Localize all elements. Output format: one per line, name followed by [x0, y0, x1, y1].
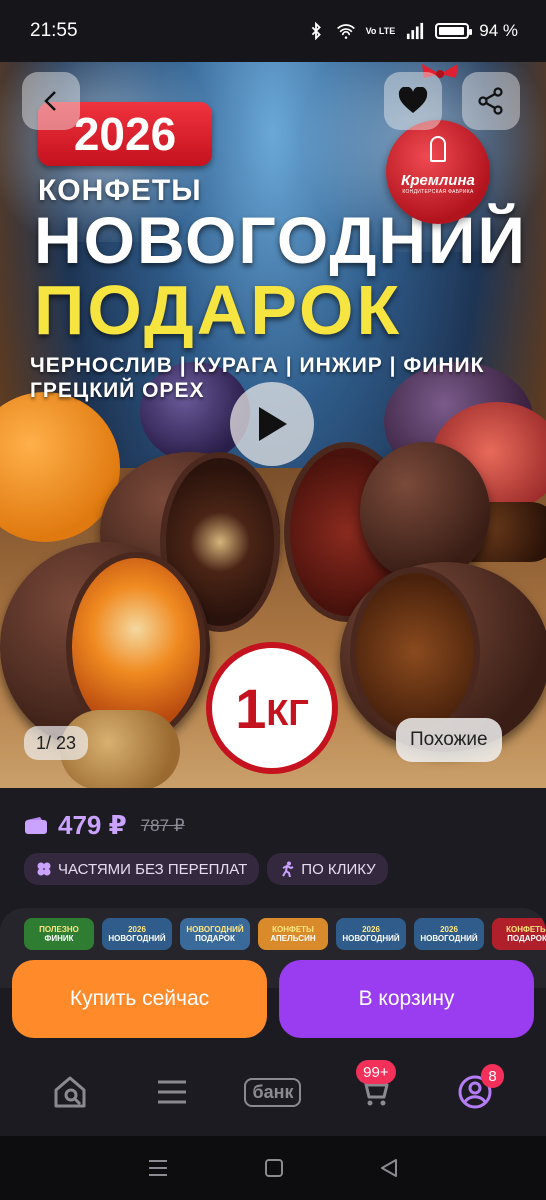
thumb-line1: НОВОГОДНИЙ — [186, 925, 244, 934]
nav-bank[interactable]: банк — [243, 1062, 303, 1122]
share-button[interactable] — [462, 72, 520, 130]
price-row: 479 ₽ 787 ₽ — [24, 810, 522, 841]
similar-product-thumb[interactable]: ПОЛЕЗНО ФИНИК — [24, 918, 94, 950]
back-button[interactable] — [22, 72, 80, 130]
product-image-gallery[interactable]: 2026 КОНФЕТЫ НОВОГОДНИЙ ПОДАРОК ЧЕРНОСЛИ… — [0, 62, 546, 788]
similar-product-thumb[interactable]: 2026 НОВОГОДНИЙ — [414, 918, 484, 950]
status-bar: 21:55 Vo LTE 94 % — [0, 0, 546, 62]
home-search-icon — [54, 1076, 86, 1108]
nav-profile[interactable]: 8 — [445, 1062, 505, 1122]
similar-product-thumb[interactable]: НОВОГОДНИЙ ПОДАРОК — [180, 918, 250, 950]
nav-cart[interactable]: 99+ — [344, 1060, 404, 1122]
similar-button[interactable]: Похожие — [396, 718, 502, 762]
recent-apps-icon[interactable] — [147, 1158, 169, 1178]
installments-label: ЧАСТЯМИ БЕЗ ПЕРЕПЛАТ — [58, 860, 248, 878]
thumb-line1: 2026 — [128, 925, 146, 934]
volte-icon: Vo LTE — [365, 25, 396, 36]
thumb-line2: НОВОГОДНИЙ — [420, 934, 478, 943]
thumb-line1: 2026 — [362, 925, 380, 934]
similar-product-thumb[interactable]: 2026 НОВОГОДНИЙ — [102, 918, 172, 950]
payment-chips: ЧАСТЯМИ БЕЗ ПЕРЕПЛАТ ПО КЛИКУ — [24, 853, 522, 885]
thumb-line2: АПЕЛЬСИН — [270, 934, 316, 943]
similar-product-thumb[interactable]: КОНФЕТЫ АПЕЛЬСИН — [258, 918, 328, 950]
play-video-button[interactable] — [230, 382, 314, 466]
battery-percent: 94 % — [479, 21, 518, 40]
bluetooth-icon — [311, 22, 321, 40]
similar-product-thumb[interactable]: 2026 НОВОГОДНИЙ — [336, 918, 406, 950]
status-time: 21:55 — [30, 20, 78, 41]
thumb-line2: ПОДАРОК — [507, 934, 546, 943]
back-icon — [44, 91, 56, 111]
kremlin-tower-icon — [430, 136, 446, 162]
brand-logo: Кремлина КОНДИТЕРСКАЯ ФАБРИКА — [386, 120, 490, 224]
brand-subtitle: КОНДИТЕРСКАЯ ФАБРИКА — [402, 188, 474, 195]
play-icon — [259, 407, 287, 441]
brand-name: Кремлина — [401, 171, 475, 189]
weight-number: 1 — [235, 676, 267, 740]
system-nav-bar — [0, 1136, 546, 1200]
candy-cut-prune — [350, 567, 480, 737]
favorite-button[interactable] — [384, 72, 442, 130]
weight-unit: КГ — [266, 692, 309, 733]
thumb-line2: НОВОГОДНИЙ — [108, 934, 166, 943]
one-click-label: ПО КЛИКУ — [301, 860, 376, 878]
action-buttons: Купить сейчас В корзину — [12, 960, 534, 1038]
heart-icon — [398, 87, 428, 113]
installments-chip[interactable]: ЧАСТЯМИ БЕЗ ПЕРЕПЛАТ — [24, 853, 260, 885]
runner-icon — [282, 861, 294, 877]
add-to-cart-button[interactable]: В корзину — [279, 960, 534, 1038]
thumb-line2: ФИНИК — [44, 934, 74, 943]
price-old: 787 ₽ — [140, 815, 185, 835]
battery-fill — [439, 27, 464, 35]
cart-badge: 99+ — [356, 1060, 396, 1084]
image-pager: 1/ 23 — [24, 726, 89, 760]
candy-image — [360, 442, 490, 582]
wallet-icon — [25, 816, 47, 834]
price-current: 479 ₽ — [58, 810, 127, 840]
hero-ingredients-line1: ЧЕРНОСЛИВ | КУРАГА | ИНЖИР | ФИНИК — [30, 354, 485, 377]
wifi-icon — [336, 24, 355, 39]
buy-now-button[interactable]: Купить сейчас — [12, 960, 267, 1038]
hero-ingredients-line2: ГРЕЦКИЙ ОРЕХ — [30, 379, 205, 402]
weight-badge: 1 КГ — [206, 642, 338, 774]
status-icons: Vo LTE 94 % — [306, 21, 518, 41]
parts-icon — [37, 862, 51, 876]
hero-title-line2: ПОДАРОК — [34, 271, 403, 349]
thumb-line1: КОНФЕТЫ — [506, 925, 546, 934]
thumb-line1: ПОЛЕЗНО — [39, 925, 79, 934]
profile-badge: 8 — [481, 1064, 504, 1088]
similar-product-thumb[interactable]: КОНФЕТЫ ПОДАРОК — [492, 918, 546, 950]
thumb-line2: НОВОГОДНИЙ — [342, 934, 400, 943]
share-icon — [478, 87, 503, 115]
menu-icon — [157, 1080, 186, 1104]
nav-home[interactable] — [41, 1062, 101, 1122]
price-card: 479 ₽ 787 ₽ ЧАСТЯМИ БЕЗ ПЕРЕПЛАТ ПО КЛИК… — [0, 788, 546, 900]
thumb-line1: 2026 — [440, 925, 458, 934]
bottom-nav: банк 99+ 8 — [0, 1048, 546, 1136]
battery-icon — [435, 23, 473, 39]
signal-icon — [407, 22, 424, 40]
one-click-chip[interactable]: ПО КЛИКУ — [267, 853, 388, 885]
bank-icon: банк — [244, 1077, 302, 1107]
thumb-line2: ПОДАРОК — [195, 934, 235, 943]
back-nav-icon[interactable] — [379, 1158, 399, 1178]
home-button-icon[interactable] — [264, 1158, 284, 1178]
nav-catalog[interactable] — [142, 1062, 202, 1122]
thumb-line1: КОНФЕТЫ — [272, 925, 314, 934]
